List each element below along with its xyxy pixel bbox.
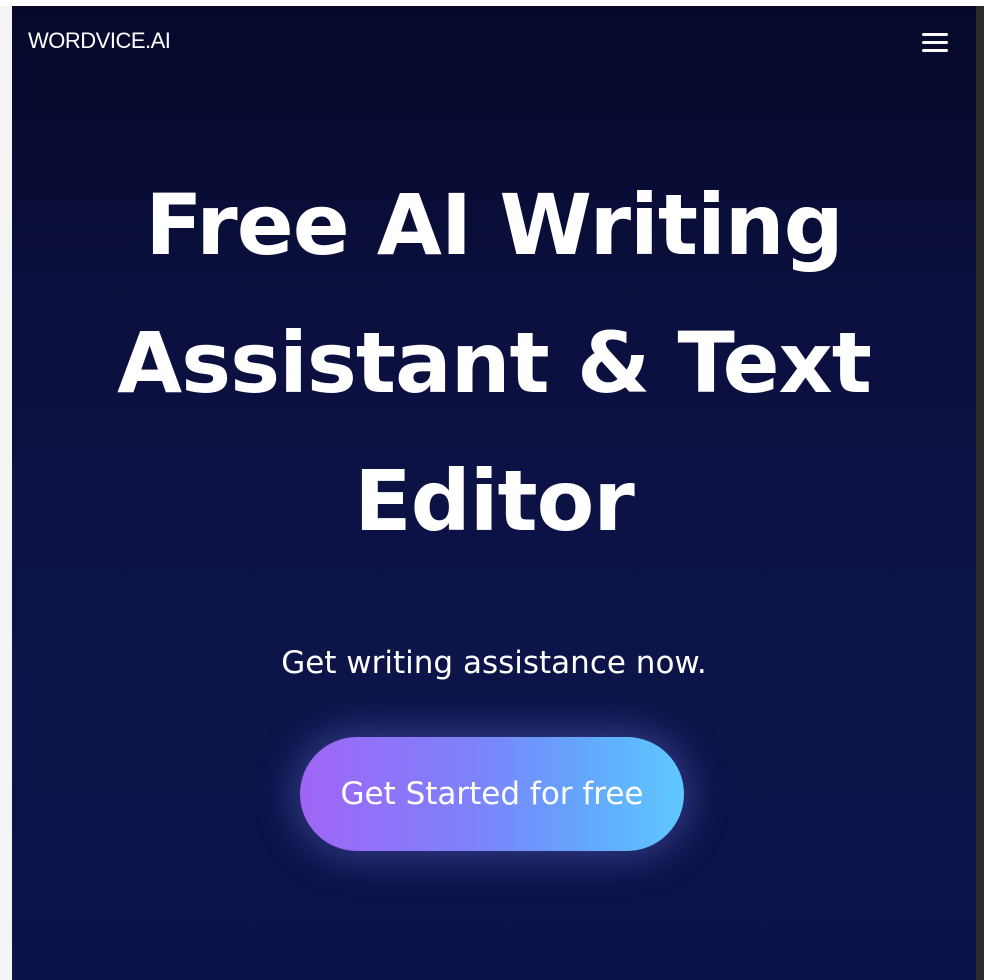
site-header: WORDVICE.AI — [12, 6, 976, 78]
menu-bar-line — [922, 41, 948, 44]
get-started-button[interactable]: Get Started for free — [300, 737, 684, 851]
site-logo[interactable]: WORDVICE.AI — [28, 28, 171, 54]
scrollbar[interactable] — [976, 6, 984, 980]
hero-title: Free AI Writing Assistant & Text Editor — [12, 156, 976, 570]
hero-subtitle: Get writing assistance now. — [281, 645, 707, 681]
hero-title-line: Free AI Writing — [145, 176, 843, 274]
hero-title-line: Assistant & Text — [117, 314, 872, 412]
menu-bar-line — [922, 49, 948, 52]
window-left-edge — [0, 6, 12, 980]
hero-title-line: Editor — [354, 452, 635, 550]
page-viewport: WORDVICE.AI Free AI Writing Assistant & … — [12, 6, 976, 980]
hamburger-menu-icon[interactable] — [918, 30, 952, 56]
menu-bar-line — [922, 33, 948, 36]
